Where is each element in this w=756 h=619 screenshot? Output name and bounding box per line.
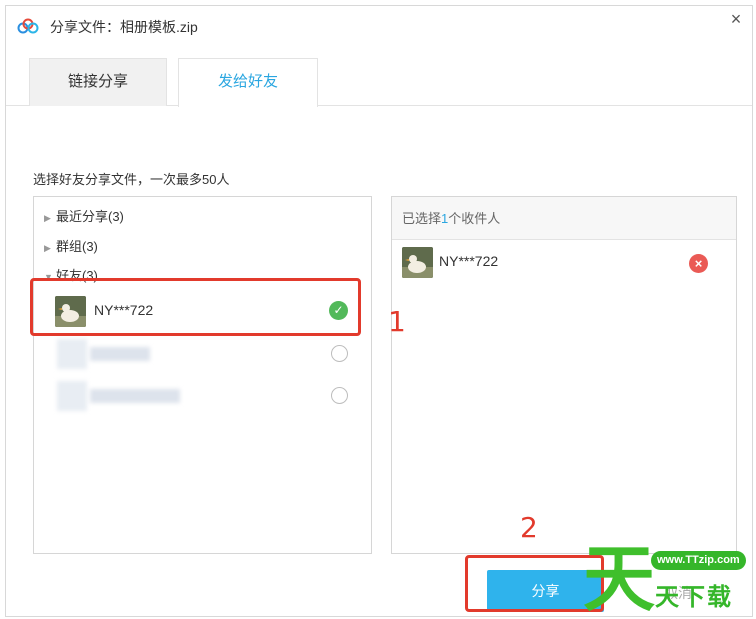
unchecked-circle-icon[interactable] (331, 345, 348, 362)
tree-node-label: 好友(3) (56, 268, 98, 283)
friend-row[interactable] (35, 377, 370, 415)
avatar (55, 296, 86, 327)
selected-count-header: 已选择1个收件人 (392, 197, 736, 240)
header-prefix: 已选择 (402, 211, 442, 226)
friend-tree-panel: ▶ 最近分享(3) ▶ 群组(3) ▼ 好友(3) NY***722 ✓ (33, 196, 372, 554)
cloud-logo-icon (17, 18, 39, 34)
site-watermark: 天 www.TTzip.com 天下载 (583, 543, 753, 617)
step-number-1: 1 (388, 305, 406, 338)
caret-down-icon: ▼ (44, 272, 53, 282)
blurred-friend-name (90, 389, 180, 403)
remove-icon[interactable]: × (689, 254, 708, 273)
selected-recipient: NY***722 × (392, 245, 736, 281)
close-icon[interactable]: × (726, 9, 746, 29)
blurred-avatar (57, 339, 87, 369)
duck-avatar-icon (55, 296, 86, 327)
friend-name: NY***722 (94, 302, 154, 318)
window-title: 分享文件：相册模板.zip (50, 19, 198, 35)
tab-bar: 链接分享 发给好友 (6, 58, 752, 107)
checked-icon[interactable]: ✓ (329, 301, 348, 320)
unchecked-circle-icon[interactable] (331, 387, 348, 404)
tree-node-groups[interactable]: ▶ 群组(3) (44, 236, 98, 255)
duck-avatar-icon (402, 247, 433, 278)
avatar (402, 247, 433, 278)
tree-node-recent[interactable]: ▶ 最近分享(3) (44, 206, 124, 225)
tree-node-label: 最近分享(3) (56, 209, 124, 224)
tab-send-friend[interactable]: 发给好友 (178, 58, 318, 107)
caret-right-icon: ▶ (44, 213, 51, 223)
select-hint: 选择好友分享文件，一次最多50人 (33, 172, 230, 187)
step-number-2: 2 (520, 511, 538, 544)
watermark-url: www.TTzip.com (651, 551, 746, 570)
title-bar: 分享文件：相册模板.zip × (6, 6, 752, 44)
caret-right-icon: ▶ (44, 243, 51, 253)
tree-node-friends[interactable]: ▼ 好友(3) (44, 265, 98, 284)
blurred-friend-name (90, 347, 150, 361)
watermark-logo-glyph: 天 (583, 537, 656, 619)
selected-panel: 已选择1个收件人 NY***722 × (391, 196, 737, 554)
friend-row[interactable] (35, 335, 370, 373)
watermark-text: 天下载 (655, 583, 733, 611)
share-dialog: 分享文件：相册模板.zip × 链接分享 发给好友 选择好友分享文件，一次最多5… (5, 5, 753, 617)
friend-row[interactable]: NY***722 ✓ (35, 292, 370, 330)
blurred-avatar (57, 381, 87, 411)
tab-link-share[interactable]: 链接分享 (29, 58, 167, 106)
header-suffix: 个收件人 (448, 211, 501, 226)
recipient-name: NY***722 (439, 253, 499, 269)
tree-node-label: 群组(3) (56, 239, 98, 254)
